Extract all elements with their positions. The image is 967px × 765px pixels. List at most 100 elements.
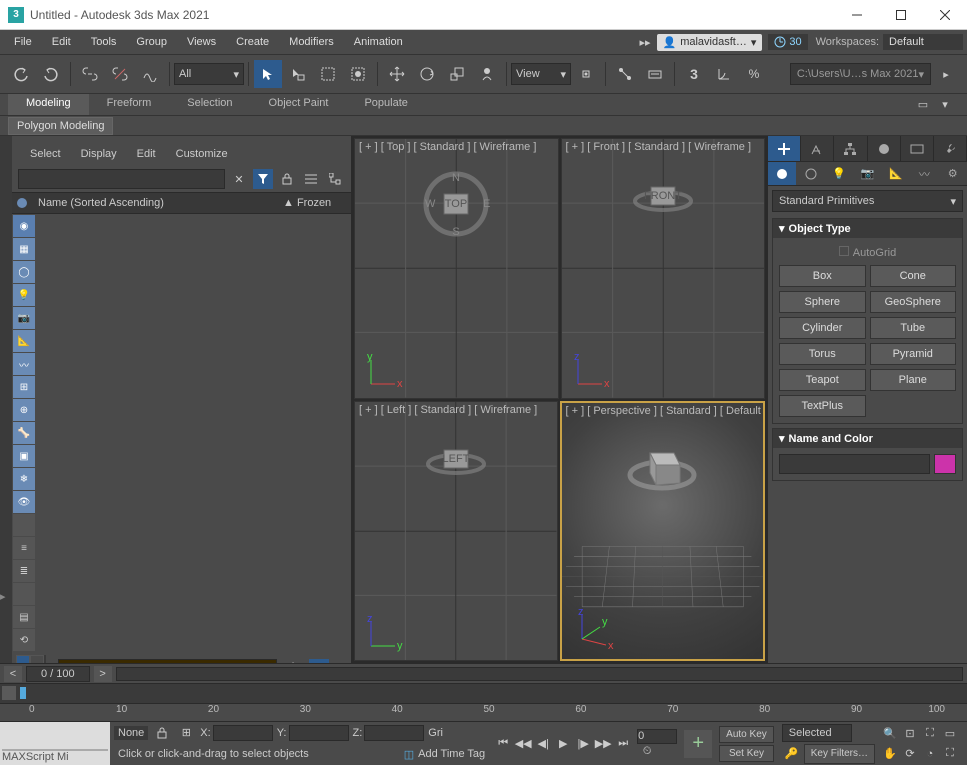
lock-icon[interactable] bbox=[277, 169, 297, 189]
filter-hidden-icon[interactable]: 👁 bbox=[13, 491, 35, 513]
zoom-all-button[interactable]: ⊡ bbox=[901, 725, 919, 743]
big-plus-button[interactable]: + bbox=[684, 730, 712, 758]
subtab-spacewarps[interactable]: 〰 bbox=[910, 162, 938, 185]
filter-xrefs-icon[interactable]: ⊕ bbox=[13, 399, 35, 421]
select-scale-button[interactable] bbox=[443, 60, 471, 88]
se-menu-customize[interactable]: Customize bbox=[166, 145, 238, 163]
ribbon-tab-selection[interactable]: Selection bbox=[169, 94, 250, 115]
angle-snap-button[interactable] bbox=[710, 60, 738, 88]
x-input[interactable] bbox=[213, 725, 273, 741]
close-button[interactable] bbox=[923, 0, 967, 30]
primitive-teapot[interactable]: Teapot bbox=[779, 369, 866, 391]
select-place-button[interactable] bbox=[473, 60, 501, 88]
trackbar[interactable] bbox=[0, 683, 967, 703]
col-frozen[interactable]: ▲ Frozen bbox=[283, 197, 347, 209]
scripts-icon[interactable]: ▸▸ bbox=[639, 36, 650, 49]
menu-group[interactable]: Group bbox=[126, 32, 177, 52]
key-mode-icon[interactable]: 🔑 bbox=[782, 744, 802, 764]
zoom-extents-button[interactable]: ⛶ bbox=[921, 725, 939, 743]
timeslider-handle[interactable]: 0 / 100 bbox=[26, 666, 90, 682]
play-button[interactable]: ▶ bbox=[553, 734, 573, 754]
percent-snap-button[interactable]: % bbox=[740, 60, 768, 88]
keyboard-shortcut-button[interactable] bbox=[641, 60, 669, 88]
autosave-timer[interactable]: 30 bbox=[768, 34, 807, 50]
primitive-cone[interactable]: Cone bbox=[870, 265, 957, 287]
keyfilters-button[interactable]: Key Filters… bbox=[804, 744, 875, 764]
filter-cameras-icon[interactable]: 📷 bbox=[13, 307, 35, 329]
more-button[interactable]: ▸ bbox=[932, 60, 960, 88]
filter-shapes-icon[interactable]: ◯ bbox=[13, 261, 35, 283]
scene-explorer-list[interactable] bbox=[36, 214, 351, 653]
select-object-button[interactable] bbox=[254, 60, 282, 88]
primitive-pyramid[interactable]: Pyramid bbox=[870, 343, 957, 365]
tab-display[interactable] bbox=[901, 136, 934, 161]
primitive-geosphere[interactable]: GeoSphere bbox=[870, 291, 957, 313]
maximize-viewport-button[interactable]: ⛶ bbox=[941, 745, 959, 763]
current-frame-input[interactable] bbox=[637, 729, 677, 744]
goto-end-button[interactable]: ⏭ bbox=[613, 734, 633, 754]
menu-modifiers[interactable]: Modifiers bbox=[279, 32, 344, 52]
timeslider-prev[interactable]: < bbox=[4, 666, 22, 682]
add-time-tag[interactable]: Add Time Tag bbox=[418, 748, 485, 760]
filter-add-icon[interactable]: ▤ bbox=[13, 606, 35, 628]
viewcube-left[interactable]: LEFT bbox=[421, 432, 491, 482]
maximize-button[interactable] bbox=[879, 0, 923, 30]
prev-frame-button[interactable]: ◀◀ bbox=[513, 734, 533, 754]
subtab-geometry[interactable] bbox=[768, 162, 796, 185]
goto-start-button[interactable]: ⏮ bbox=[493, 734, 513, 754]
ribbon-tab-freeform[interactable]: Freeform bbox=[89, 94, 170, 115]
filter-geometry-icon[interactable]: ▦ bbox=[13, 238, 35, 260]
viewport-left[interactable]: [ + ] [ Left ] [ Standard ] [ Wireframe … bbox=[354, 401, 558, 662]
primitive-sphere[interactable]: Sphere bbox=[779, 291, 866, 313]
filter-icon[interactable] bbox=[253, 169, 273, 189]
left-expand-handle[interactable]: ▸ bbox=[0, 136, 12, 663]
tab-hierarchy[interactable] bbox=[834, 136, 867, 161]
filter-spacewarps-icon[interactable]: 〰 bbox=[13, 353, 35, 375]
viewcube-front[interactable]: FRONT bbox=[628, 169, 698, 219]
rollout-object-type-header[interactable]: ▾Object Type bbox=[773, 219, 962, 238]
object-name-input[interactable] bbox=[779, 454, 930, 474]
filter-lights-icon[interactable]: 💡 bbox=[13, 284, 35, 306]
select-rectangle-button[interactable] bbox=[314, 60, 342, 88]
primitive-torus[interactable]: Torus bbox=[779, 343, 866, 365]
select-rotate-button[interactable] bbox=[413, 60, 441, 88]
menu-animation[interactable]: Animation bbox=[344, 32, 413, 52]
viewport-front-label[interactable]: [ + ] [ Front ] [ Standard ] [ Wireframe… bbox=[566, 141, 752, 153]
col-name[interactable]: Name (Sorted Ascending) bbox=[36, 197, 283, 209]
viewport-top[interactable]: [ + ] [ Top ] [ Standard ] [ Wireframe ]… bbox=[354, 138, 559, 399]
unlink-button[interactable] bbox=[106, 60, 134, 88]
view-list-icon[interactable] bbox=[301, 169, 321, 189]
pivot-button[interactable] bbox=[572, 60, 600, 88]
snap-toggle-button[interactable]: 3 bbox=[680, 60, 708, 88]
filter-container-icon[interactable]: ▣ bbox=[13, 445, 35, 467]
primitive-cylinder[interactable]: Cylinder bbox=[779, 317, 866, 339]
select-by-name-button[interactable] bbox=[284, 60, 312, 88]
maxscript-listener[interactable]: MAXScript Mi bbox=[0, 722, 110, 765]
object-color-swatch[interactable] bbox=[934, 454, 956, 474]
viewport-perspective-label[interactable]: [ + ] [ Perspective ] [ Standard ] [ Def… bbox=[566, 405, 761, 417]
orbit-button[interactable]: ⟳ bbox=[901, 745, 919, 763]
scene-explorer-header[interactable]: Name (Sorted Ascending) ▲ Frozen bbox=[12, 192, 351, 214]
prev-key-button[interactable]: ◀| bbox=[533, 734, 553, 754]
primitive-plane[interactable]: Plane bbox=[870, 369, 957, 391]
project-path[interactable]: C:\Users\U…s Max 2021▾ bbox=[790, 63, 931, 85]
filter-collapse-icon[interactable]: ≣ bbox=[13, 560, 35, 582]
filter-sync-icon[interactable]: ⟲ bbox=[13, 629, 35, 651]
ribbon-arrow-icon[interactable]: ▾ bbox=[936, 96, 954, 114]
autokey-button[interactable]: Auto Key bbox=[719, 726, 774, 743]
viewport-front[interactable]: [ + ] [ Front ] [ Standard ] [ Wireframe… bbox=[561, 138, 766, 399]
bind-spacewarp-button[interactable] bbox=[136, 60, 164, 88]
filter-frozen-icon[interactable]: ❄ bbox=[13, 468, 35, 490]
viewport-perspective[interactable]: [ + ] [ Perspective ] [ Standard ] [ Def… bbox=[560, 401, 766, 662]
selection-filter-dropdown[interactable]: All▾ bbox=[174, 63, 244, 85]
tab-utilities[interactable] bbox=[934, 136, 967, 161]
manipulate-button[interactable] bbox=[611, 60, 639, 88]
timeslider-next[interactable]: > bbox=[94, 666, 112, 682]
key-target-dropdown[interactable]: Selected bbox=[782, 724, 852, 742]
primitive-tube[interactable]: Tube bbox=[870, 317, 957, 339]
zoom-button[interactable]: 🔍 bbox=[881, 725, 899, 743]
menu-create[interactable]: Create bbox=[226, 32, 279, 52]
redo-button[interactable] bbox=[37, 60, 65, 88]
menu-tools[interactable]: Tools bbox=[81, 32, 127, 52]
ribbon-tab-populate[interactable]: Populate bbox=[346, 94, 425, 115]
